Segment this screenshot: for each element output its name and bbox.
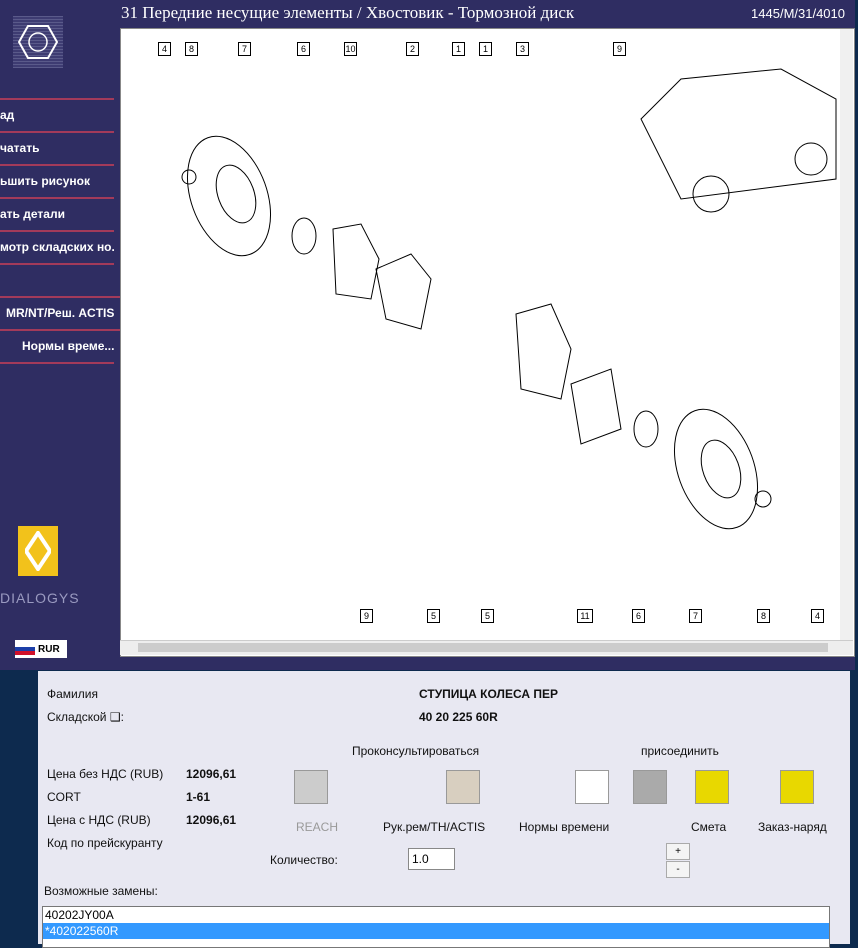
callout[interactable]: 5 [427, 609, 440, 623]
callout[interactable]: 1 [452, 42, 465, 56]
menu-time-norms[interactable]: Нормы време... [0, 329, 136, 362]
diagram-code: 1445/M/31/4010 [751, 6, 845, 21]
stock-label: Складской ❑: [47, 710, 124, 724]
minus-button[interactable]: - [666, 861, 690, 878]
reach-button[interactable]: REACH [296, 820, 338, 834]
list-item[interactable]: 40202JY00A [43, 907, 829, 923]
stock-value: 40 20 225 60R [419, 710, 498, 724]
callout[interactable]: 11 [577, 609, 593, 623]
callout[interactable]: 10 [344, 42, 357, 56]
callout[interactable]: 4 [158, 42, 171, 56]
page-title: 31 Передние несущие элементы / Хвостовик… [121, 3, 575, 22]
manual-button[interactable]: Рук.рем/TH/ACTIS [383, 820, 485, 834]
tariff-code-label: Код по прейскуранту [47, 836, 163, 850]
russia-flag-icon [15, 643, 35, 655]
quantity-label: Количество: [270, 853, 338, 867]
replacements-label: Возможные замены: [44, 884, 158, 898]
nut-logo-icon [13, 16, 63, 68]
quantity-input[interactable]: 1.0 [408, 848, 455, 870]
callout[interactable]: 6 [297, 42, 310, 56]
plus-button[interactable]: + [666, 843, 690, 860]
menu-print[interactable]: чатать [0, 131, 114, 164]
diagram-drawing [181, 68, 837, 530]
time-norms-button[interactable]: Нормы времени [519, 820, 609, 834]
exploded-diagram[interactable] [120, 28, 855, 657]
main-window: ад чатать ьшить рисунок ать детали мотр … [0, 0, 855, 670]
wrench-icon[interactable] [446, 770, 480, 804]
family-label: Фамилия [47, 687, 98, 701]
list-item-selected[interactable]: *402022560R [43, 923, 829, 939]
callout[interactable]: 8 [185, 42, 198, 56]
callout[interactable]: 1 [479, 42, 492, 56]
work-order-icon[interactable] [780, 770, 814, 804]
currency-button[interactable]: RUR [15, 640, 67, 658]
scroll-thumb[interactable] [138, 643, 828, 652]
callout[interactable]: 2 [406, 42, 419, 56]
callout[interactable]: 7 [238, 42, 251, 56]
menu-divider [0, 362, 114, 364]
part-details-panel: Фамилия СТУПИЦА КОЛЕСА ПЕР Складской ❑: … [38, 671, 850, 948]
callout[interactable]: 8 [757, 609, 770, 623]
price-gross-label: Цена с НДС (RUB) [47, 813, 151, 827]
reach-icon[interactable] [294, 770, 328, 804]
family-value: СТУПИЦА КОЛЕСА ПЕР [419, 687, 558, 701]
menu-actis[interactable]: MR/NT/Реш. ACTIS [0, 296, 120, 329]
callout[interactable]: 6 [632, 609, 645, 623]
attach-icon[interactable] [633, 770, 667, 804]
price-net-label: Цена без НДС (RUB) [47, 767, 164, 781]
horizontal-scrollbar[interactable] [120, 640, 853, 655]
renault-logo-icon [18, 526, 58, 576]
currency-label: RUR [38, 643, 60, 655]
price-net: 12096,61 [186, 767, 237, 781]
price-gross: 12096,61 [186, 813, 237, 827]
dialogys-logo: DIALOGYS [0, 590, 80, 606]
menu-parts[interactable]: ать детали [0, 197, 114, 230]
menu-stock-numbers[interactable]: мотр складских но... [0, 230, 114, 263]
attach-label: присоединить [641, 744, 719, 758]
menu-blank [0, 263, 114, 296]
menu-back[interactable]: ад [0, 98, 114, 131]
menu-zoom-picture[interactable]: ьшить рисунок [0, 164, 114, 197]
callout[interactable]: 5 [481, 609, 494, 623]
consult-label: Проконсультироваться [352, 744, 480, 758]
cort-label: CORT [47, 790, 81, 804]
callout[interactable]: 3 [516, 42, 529, 56]
clock-icon[interactable] [575, 770, 609, 804]
callout[interactable]: 7 [689, 609, 702, 623]
callout[interactable]: 4 [811, 609, 824, 623]
callout[interactable]: 9 [360, 609, 373, 623]
work-order-button[interactable]: Заказ-наряд [758, 820, 827, 834]
replacements-list[interactable]: 40202JY00A *402022560R [42, 906, 830, 948]
estimate-button[interactable]: Смета [691, 820, 726, 834]
vertical-scrollbar[interactable] [840, 29, 853, 640]
cort-value: 1-61 [186, 790, 211, 804]
callout[interactable]: 9 [613, 42, 626, 56]
estimate-icon[interactable] [695, 770, 729, 804]
